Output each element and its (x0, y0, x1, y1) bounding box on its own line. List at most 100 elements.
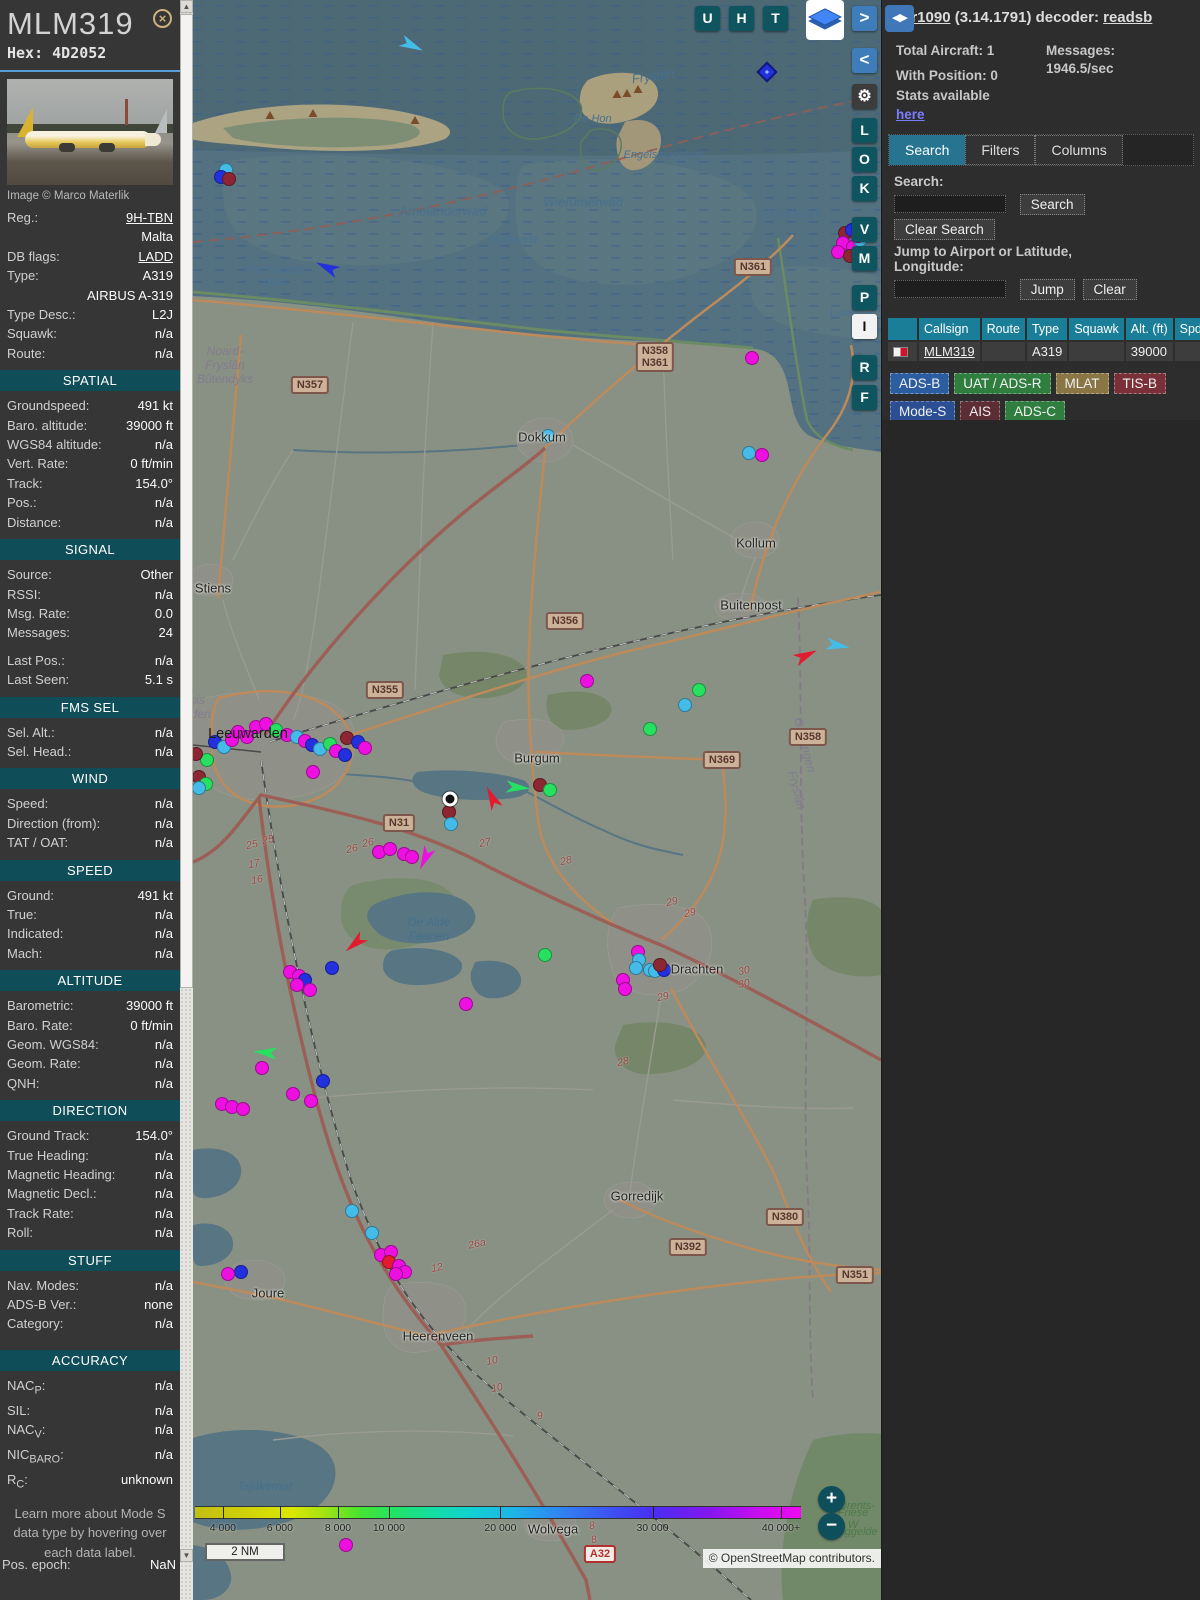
readsb-link[interactable]: readsb (1103, 9, 1152, 26)
map-button-o[interactable]: O (852, 147, 877, 172)
cell-route[interactable] (981, 341, 1025, 361)
aircraft-arrow-icon[interactable] (479, 783, 505, 812)
aircraft-dot[interactable] (618, 982, 632, 996)
aircraft-dot[interactable] (742, 446, 756, 460)
aircraft-dot[interactable] (580, 674, 594, 688)
aircraft-dot[interactable] (541, 429, 555, 443)
aircraft-dot[interactable] (234, 1265, 248, 1279)
zoom-out-button[interactable]: − (818, 1513, 845, 1540)
search-button[interactable]: Search (1019, 193, 1085, 215)
map-button-u[interactable]: U (695, 6, 720, 31)
map-button-f[interactable]: F (852, 385, 877, 410)
aircraft-dot[interactable] (755, 448, 769, 462)
stats-here-link[interactable]: here (896, 106, 1046, 124)
aircraft-dot[interactable] (306, 765, 320, 779)
aircraft-dot[interactable] (643, 722, 657, 736)
aircraft-arrow-icon[interactable] (340, 929, 369, 957)
aircraft-dot[interactable] (538, 948, 552, 962)
aircraft-dot[interactable] (692, 683, 706, 697)
column-header[interactable]: Spd. (1174, 317, 1200, 340)
aircraft-dot[interactable] (236, 1102, 250, 1116)
aircraft-dot[interactable] (290, 978, 304, 992)
aircraft-dot[interactable] (405, 850, 419, 864)
aircraft-dot[interactable] (745, 351, 759, 365)
column-header[interactable] (888, 317, 917, 340)
source-badge-tis-b[interactable]: TIS-B (1113, 372, 1167, 394)
scrollbar-down-icon[interactable]: ▼ (180, 1549, 193, 1562)
aircraft-dot[interactable] (653, 958, 667, 972)
aircraft-arrow-icon[interactable] (398, 33, 427, 59)
column-header[interactable]: Type (1026, 317, 1068, 340)
collapse-arrows-icon[interactable]: ◀▶ (885, 5, 914, 32)
tab-search[interactable]: Search (889, 134, 966, 165)
aircraft-dot[interactable] (338, 748, 352, 762)
tab-filters[interactable]: Filters (965, 134, 1036, 165)
expand-panel-icon[interactable]: < (852, 48, 877, 73)
column-header[interactable]: Route (981, 317, 1025, 340)
cell-alt[interactable]: 39000 (1125, 341, 1173, 361)
cell-squawk[interactable] (1069, 341, 1124, 361)
tab-columns[interactable]: Columns (1035, 134, 1123, 165)
aircraft-dot[interactable] (339, 1538, 353, 1552)
aircraft-arrow-icon[interactable] (252, 1043, 277, 1062)
aircraft-dot[interactable] (345, 1204, 359, 1218)
aircraft-photo[interactable] (7, 79, 173, 185)
collapse-panel-icon[interactable]: > (852, 6, 877, 31)
aircraft-dot[interactable] (221, 1267, 235, 1281)
scrollbar-up-icon[interactable]: ▲ (180, 0, 193, 13)
map-button-k[interactable]: K (852, 176, 877, 201)
data-value[interactable]: 9H-TBN (126, 210, 173, 225)
source-badge-ads-b[interactable]: ADS-B (890, 372, 950, 394)
search-input[interactable] (894, 195, 1006, 214)
aircraft-dot[interactable] (383, 842, 397, 856)
navaid-diamond-icon[interactable] (756, 61, 778, 83)
left-panel-scrollbar[interactable]: ▲ ▼ (180, 0, 193, 1600)
data-value[interactable]: LADD (138, 249, 173, 264)
aircraft-dot[interactable] (193, 781, 206, 795)
map-button-p[interactable]: P (852, 285, 877, 310)
source-badge-mlat[interactable]: MLAT (1055, 372, 1109, 394)
map-button-i[interactable]: I (852, 314, 877, 339)
aircraft-dot[interactable] (365, 1226, 379, 1240)
aircraft-dot[interactable] (316, 1074, 330, 1088)
clear-search-button[interactable]: Clear Search (894, 218, 995, 240)
cell-flagcell[interactable] (888, 341, 917, 361)
map-button-r[interactable]: R (852, 355, 877, 380)
osm-attribution[interactable]: © OpenStreetMap contributors. (702, 1549, 881, 1568)
map-button-h[interactable]: H (729, 6, 754, 31)
aircraft-dot[interactable] (629, 961, 643, 975)
source-badge-uat-ads-r[interactable]: UAT / ADS-R (954, 372, 1051, 394)
aircraft-dot[interactable] (222, 172, 236, 186)
column-header[interactable]: Squawk (1069, 317, 1124, 340)
source-badge-ads-c[interactable]: ADS-C (1005, 400, 1066, 422)
jump-button[interactable]: Jump (1019, 278, 1075, 300)
source-badge-ais[interactable]: AIS (960, 400, 1001, 422)
aircraft-dot[interactable] (255, 1061, 269, 1075)
zoom-in-button[interactable]: + (818, 1486, 845, 1513)
map[interactable]: Fryslân De Hon Engelsmanplaat Amelanderwad W… (193, 0, 881, 1600)
settings-gear-icon[interactable]: ⚙ (852, 84, 877, 109)
aircraft-dot[interactable] (543, 783, 557, 797)
cell-callsign[interactable]: MLM319 (919, 341, 980, 361)
aircraft-arrow-icon[interactable] (505, 778, 530, 797)
aircraft-dot[interactable] (303, 983, 317, 997)
aircraft-dot[interactable] (358, 741, 372, 755)
layers-button[interactable] (806, 0, 844, 40)
map-button-m[interactable]: M (852, 246, 877, 271)
aircraft-dot[interactable] (459, 997, 473, 1011)
source-badge-mode-s[interactable]: Mode-S (890, 400, 956, 422)
aircraft-arrow-icon[interactable] (313, 255, 342, 281)
cell-spd[interactable] (1174, 341, 1200, 361)
selected-aircraft-marker[interactable] (442, 791, 458, 807)
aircraft-dot[interactable] (678, 698, 692, 712)
map-button-v[interactable]: V (852, 217, 877, 242)
column-header[interactable]: Callsign (919, 317, 980, 340)
aircraft-dot[interactable] (325, 961, 339, 975)
aircraft-dot[interactable] (304, 1094, 318, 1108)
jump-clear-button[interactable]: Clear (1082, 278, 1137, 300)
cell-type[interactable]: A319 (1026, 341, 1068, 361)
table-row[interactable]: MLM319 A319 39000 (888, 341, 1200, 361)
aircraft-arrow-icon[interactable] (825, 635, 852, 656)
aircraft-arrow-icon[interactable] (792, 643, 821, 669)
aircraft-dot[interactable] (444, 817, 458, 831)
